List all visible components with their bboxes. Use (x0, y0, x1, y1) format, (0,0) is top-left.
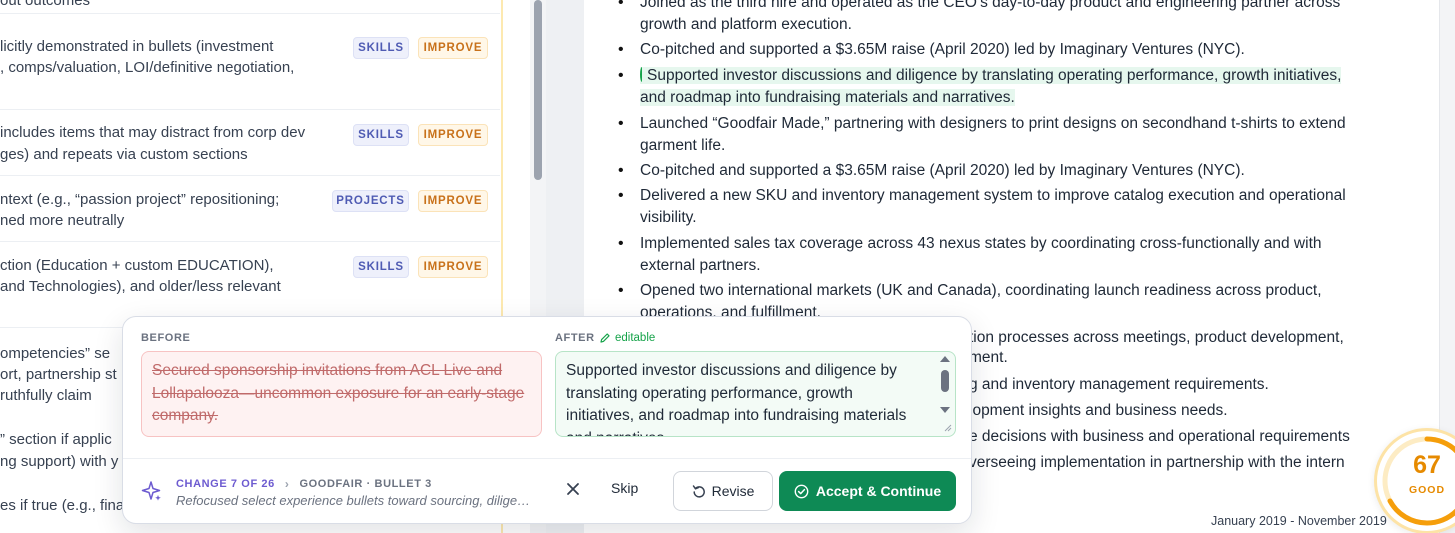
undo-icon (692, 485, 705, 498)
issue-text: ort, partnership st (0, 366, 117, 383)
improve-tag: IMPROVE (418, 37, 488, 59)
panel-scrollbar-thumb[interactable] (534, 0, 542, 180)
pencil-icon (600, 333, 610, 343)
issue-text: ng support) with y (0, 453, 119, 470)
resume-score-badge[interactable]: 67 GOOD (1374, 428, 1455, 533)
issue-text: ” section if applic (0, 431, 112, 448)
issue-text: and Technologies), and older/less releva… (0, 278, 281, 295)
change-review-card: BEFORE AFTER editable Secured sponsorshi… (122, 316, 972, 524)
card-divider (123, 458, 971, 459)
improve-tag: IMPROVE (418, 190, 488, 212)
score-label: GOOD (1408, 484, 1446, 496)
issue-text: licitly demonstrated in bullets (investm… (0, 38, 274, 55)
issue-text: ruthfully claim (0, 387, 92, 404)
skip-button[interactable]: Skip (611, 480, 638, 496)
resume-text-line: lopment insights and business needs. (969, 402, 1228, 419)
issue-text: es if true (e.g., fina (0, 497, 125, 514)
close-button[interactable] (562, 477, 584, 501)
before-label: BEFORE (141, 332, 191, 344)
resume-text-line: tion processes across meetings, product … (969, 329, 1344, 346)
editable-indicator: editable (599, 332, 655, 344)
resume-bullet[interactable]: Co-pitched and supported a $3.65M raise … (618, 39, 1410, 61)
close-icon (567, 483, 579, 495)
issue-item[interactable]: includes items that may distract from co… (0, 110, 500, 176)
accept-continue-button[interactable]: Accept & Continue (779, 471, 956, 511)
resume-bullet[interactable]: Launched “Goodfair Made,” partnering wit… (618, 113, 1410, 157)
change-marker (640, 67, 644, 82)
issue-text: , comps/valuation, LOI/definitive negoti… (0, 59, 295, 76)
resize-handle-icon (944, 424, 952, 432)
score-value: 67 (1413, 451, 1441, 479)
chevron-right-icon: › (284, 477, 290, 491)
scroll-up-icon (940, 356, 950, 362)
issue-item[interactable]: ntext (e.g., “passion project” repositio… (0, 176, 500, 242)
category-tag: SKILLS (353, 256, 409, 278)
improve-tag: IMPROVE (418, 256, 488, 278)
resume-bullet[interactable]: Co-pitched and supported a $3.65M raise … (618, 160, 1410, 182)
issue-text: ges) and repeats via custom sections (0, 146, 248, 163)
score-ring (1382, 436, 1455, 526)
resume-bullet[interactable]: Joined as the third hire and operated as… (618, 0, 1410, 36)
issue-text: ned more neutrally (0, 212, 125, 229)
issue-text: out outcomes (0, 0, 91, 9)
resume-text-line: e decisions with business and operationa… (969, 428, 1350, 445)
revise-button[interactable]: Revise (673, 471, 773, 511)
improve-tag: IMPROVE (418, 124, 488, 146)
issue-text: ction (Education + custom EDUCATION), (0, 257, 274, 274)
resume-bullet-highlighted[interactable]: Supported investor discussions and dilig… (618, 65, 1410, 109)
sparkle-icon (141, 481, 161, 501)
issue-text: ntext (e.g., “passion project” repositio… (0, 191, 280, 208)
check-circle-icon (794, 484, 809, 498)
change-description: Refocused select experience bullets towa… (176, 493, 536, 508)
resume-bullet[interactable]: Delivered a new SKU and inventory manage… (618, 185, 1410, 229)
change-progress: CHANGE 7 OF 26 › GOODFAIR · BULLET 3 (176, 477, 432, 491)
issue-text: ompetencies” se (0, 345, 111, 362)
editor-scroll-thumb (941, 370, 949, 392)
before-text: Secured sponsorship invitations from ACL… (141, 351, 542, 437)
after-text-editor[interactable] (555, 351, 956, 437)
editor-scrollbar[interactable] (938, 355, 952, 433)
resume-bullet[interactable]: Implemented sales tax coverage across 43… (618, 233, 1410, 277)
resume-text-line: ment. (969, 349, 1008, 366)
category-tag: SKILLS (353, 124, 409, 146)
resume-text-line: verseeing implementation in partnership … (969, 454, 1345, 471)
issue-item[interactable]: licitly demonstrated in bullets (investm… (0, 26, 500, 110)
job-dates: January 2019 - November 2019 (1211, 514, 1387, 528)
issue-item[interactable]: out outcomes (0, 0, 500, 14)
scroll-down-icon (940, 407, 950, 413)
issue-text: includes items that may distract from co… (0, 124, 306, 141)
category-tag: SKILLS (353, 37, 409, 59)
after-label: AFTER (555, 332, 595, 344)
resume-text-line: g and inventory management requirements. (969, 376, 1269, 393)
change-location: GOODFAIR · BULLET 3 (299, 478, 432, 490)
category-tag: PROJECTS (332, 190, 409, 212)
change-counter: CHANGE 7 OF 26 (176, 478, 275, 490)
